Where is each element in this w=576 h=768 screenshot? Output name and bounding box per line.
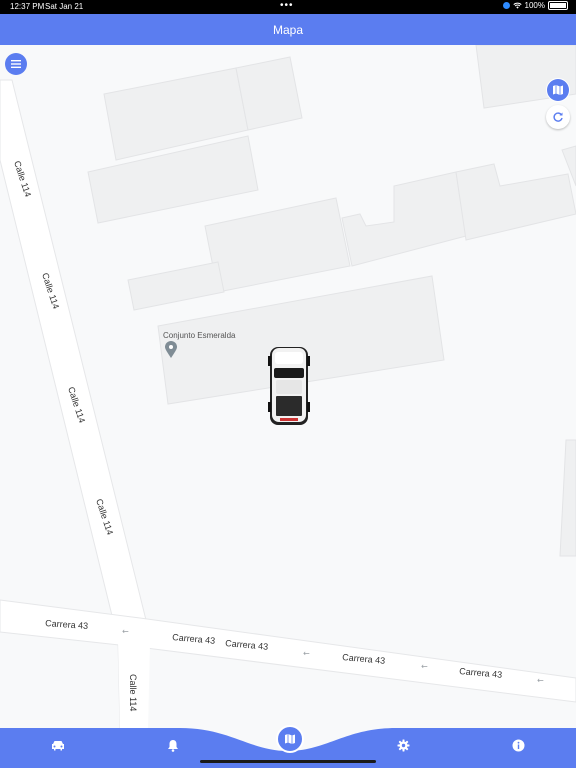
- car-icon: [52, 740, 64, 750]
- multitasking-dots-icon[interactable]: •••: [280, 0, 294, 11]
- bottom-navigation: [0, 723, 576, 768]
- map-icon: [285, 734, 295, 744]
- svg-text:←: ←: [537, 676, 544, 685]
- status-date: Sat Jan 21: [45, 2, 84, 11]
- menu-icon: [11, 60, 21, 68]
- street-label-calle-114: Calle 114: [128, 674, 138, 711]
- map-type-button[interactable]: [546, 78, 570, 102]
- status-right: 100%: [502, 1, 568, 10]
- location-icon: [502, 2, 510, 9]
- gear-icon: [397, 739, 409, 751]
- svg-text:←: ←: [122, 627, 129, 636]
- nav-info[interactable]: [509, 736, 527, 754]
- pickup-truck-icon[interactable]: [268, 347, 310, 425]
- map-icon: [553, 85, 563, 95]
- app-header: Mapa: [0, 14, 576, 45]
- info-icon: [512, 739, 524, 751]
- menu-button[interactable]: [5, 53, 27, 75]
- wifi-icon: [512, 2, 522, 9]
- refresh-button[interactable]: [546, 105, 570, 129]
- home-indicator[interactable]: [200, 760, 376, 763]
- poi-label: Conjunto Esmeralda: [163, 331, 236, 340]
- refresh-icon: [553, 112, 563, 122]
- page-title: Mapa: [272, 22, 304, 37]
- svg-text:←: ←: [303, 649, 310, 658]
- status-bar: 12:37 PM Sat Jan 21 ••• 100%: [0, 0, 576, 14]
- map-view[interactable]: ← ← ← ← Calle 114 Calle 114 Calle 114 Ca…: [0, 45, 576, 730]
- map-canvas[interactable]: ← ← ← ← Calle 114 Calle 114 Calle 114 Ca…: [0, 45, 576, 730]
- nav-map[interactable]: [276, 725, 304, 753]
- battery-percent: 100%: [524, 1, 545, 10]
- nav-vehicles[interactable]: [49, 736, 67, 754]
- nav-settings[interactable]: [394, 736, 412, 754]
- bell-icon: [168, 739, 178, 752]
- battery-icon: [548, 1, 568, 10]
- nav-notifications[interactable]: [164, 736, 182, 754]
- status-time: 12:37 PM: [10, 2, 45, 11]
- svg-text:←: ←: [421, 662, 428, 671]
